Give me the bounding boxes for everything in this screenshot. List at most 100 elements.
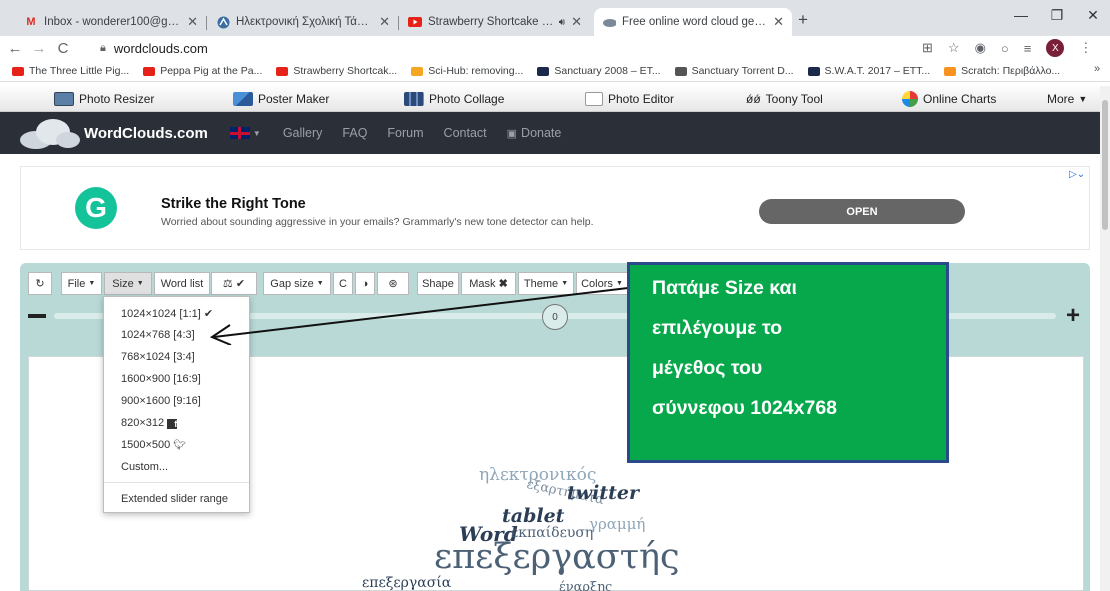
caret-down-icon[interactable]: ▼ [253,129,261,138]
size-option-900x1600[interactable]: 900×1600 [9:16] [121,395,201,407]
tab-title: Inbox - wonderer100@gmail.com [44,16,182,28]
refresh-icon: ↻ [35,278,45,290]
caret-down-icon: ▼ [88,280,96,287]
forward-icon[interactable]: → [28,36,50,60]
gmail-icon: M [26,16,36,28]
star-icon[interactable]: ☆ [948,40,960,56]
bookmark-item[interactable]: S.W.A.T. 2017 – ETT... [807,65,930,77]
extension-icon[interactable]: ◉ [975,40,986,56]
flag-uk-icon[interactable] [229,127,250,139]
restore-icon[interactable]: ❐ [1039,0,1075,30]
address-bar[interactable]: 🔒︎ wordclouds.com [100,38,920,58]
grammarly-logo-icon: G [75,187,117,229]
nav-gallery[interactable]: Gallery [283,126,323,140]
size-option-label: 1024×1024 [1:1] [121,308,201,320]
close-icon[interactable]: ✕ [773,14,784,30]
size-option-768x1024[interactable]: 768×1024 [3:4] [121,351,195,363]
site-nav: WordClouds.com ▼ Gallery FAQ Forum Conta… [0,112,1100,154]
zoom-in-icon[interactable]: + [1066,304,1080,328]
bookmark-item[interactable]: Sci-Hub: removing... [411,65,523,77]
site-photo-collage[interactable]: Photo Collage [404,86,504,112]
site-toony-tool[interactable]: ǿǿ Toony Tool [746,86,823,112]
bookmark-favicon-icon [12,66,24,76]
brand-name[interactable]: WordClouds.com [84,125,208,142]
callout-line: επιλέγουμε το [652,317,783,339]
facebook-icon: f [167,419,178,429]
reading-list-icon[interactable]: ≡ [1024,41,1032,56]
lock-icon: 🔒︎ [100,41,106,54]
nav-forum[interactable]: Forum [387,126,423,140]
nav-donate[interactable]: Donate [521,126,561,140]
site-photo-editor[interactable]: Photo Editor [585,86,674,112]
cloud-word: twitter [567,482,640,504]
bookmark-item[interactable]: Sanctuary 2008 – ET... [537,65,661,77]
close-icon[interactable]: ✕ [571,14,582,30]
size-option-1500x500[interactable]: 1500×500 🐦︎ [121,439,186,451]
size-option-820x312[interactable]: 820×312 f [121,417,178,429]
ad-open-button[interactable]: OPEN [759,199,965,224]
size-option-label: 768×1024 [3:4] [121,351,195,363]
adchoices-icon[interactable]: ▷⌄ [1069,169,1085,180]
site-photo-resizer[interactable]: Photo Resizer [54,86,154,112]
zoom-out-icon[interactable] [28,314,46,318]
bookmark-item[interactable]: Sanctuary Torrent D... [674,65,794,77]
school-icon [216,15,230,29]
refresh-cloud-button[interactable]: ↻ [28,272,52,295]
back-icon[interactable]: ← [4,36,26,60]
bookmark-item[interactable]: Scratch: Περιβάλλο... [944,65,1060,77]
minimize-icon[interactable]: — [1003,0,1039,30]
size-option-label: 900×1600 [9:16] [121,395,201,407]
twitter-icon: 🐦︎ [173,440,187,451]
size-option-1024x768[interactable]: 1024×768 [4:3] [121,329,195,341]
extended-label: Extended slider range [121,493,229,505]
close-icon[interactable]: ✕ [379,14,390,30]
window-close-icon[interactable]: ✕ [1075,0,1110,30]
tab-wordclouds[interactable]: Free online word cloud generator ✕ [594,8,792,36]
speaker-icon[interactable]: 🔊︎ [559,17,565,28]
bookmarks-more[interactable]: » [1094,63,1100,75]
nav-contact[interactable]: Contact [444,126,487,140]
poster-maker-icon [233,92,253,106]
size-option-1600x900[interactable]: 1600×900 [16:9] [121,373,201,385]
translate-icon[interactable]: ⊞ [922,40,933,56]
file-menu-button[interactable]: File ▼ [61,272,102,295]
tab-school[interactable]: Ηλεκτρονική Σχολική Τάξη (η-Τάξη) ✕ [208,8,398,36]
callout-line: σύννεφου 1024x768 [652,397,838,419]
bookmark-favicon-icon [944,66,957,76]
reload-icon[interactable]: C [52,36,74,60]
photo-collage-icon [404,92,424,106]
ad-banner[interactable]: G Strike the Right Tone Worried about so… [20,166,1090,250]
cloud-word: επεξεργασία [362,575,452,591]
bookmark-item[interactable]: The Three Little Pig... [12,65,129,77]
bookmark-item[interactable]: Peppa Pig at the Pa... [143,65,262,77]
menu-icon[interactable]: ⋮ [1079,40,1092,56]
instruction-callout: Πατάμε Size και επιλέγουμε το μέγεθος το… [627,262,949,463]
photo-editor-icon [585,92,603,106]
size-option-label: 1600×900 [16:9] [121,373,201,385]
nav-faq[interactable]: FAQ [342,126,367,140]
callout-line: Πατάμε Size και [652,277,797,299]
file-label: File [67,277,86,290]
site-label: Photo Resizer [79,92,155,106]
size-label: Size [112,277,134,290]
size-option-custom[interactable]: Custom... [121,461,168,473]
tab-gmail[interactable]: M Inbox - wonderer100@gmail.com ✕ [16,8,206,36]
bookmark-item[interactable]: Strawberry Shortcak... [276,65,397,77]
new-tab-button[interactable]: + [798,10,808,30]
site-online-charts[interactable]: Online Charts [902,86,996,112]
site-label: Online Charts [923,92,997,106]
scrollbar-thumb[interactable] [1102,100,1108,230]
site-poster-maker[interactable]: Poster Maker [233,86,329,112]
tab-title: Ηλεκτρονική Σχολική Τάξη (η-Τάξη) [236,16,373,28]
tab-youtube[interactable]: Strawberry Shortcake - Berry 🔊︎ ✕ [400,8,590,36]
circle-icon[interactable]: ○ [1001,41,1009,56]
close-icon[interactable]: ✕ [187,14,198,30]
extended-slider-range-option[interactable]: Extended slider range [121,493,228,505]
size-menu-button[interactable]: Size ▼ [104,272,152,295]
sites-more-button[interactable]: More ▼ [1047,86,1087,112]
cloud-logo-icon [20,119,80,149]
bookmark-label: The Three Little Pig... [29,65,130,77]
tab-title: Strawberry Shortcake - Berry [428,16,555,28]
bookmark-favicon-icon [411,66,424,76]
avatar[interactable]: X [1046,39,1065,57]
